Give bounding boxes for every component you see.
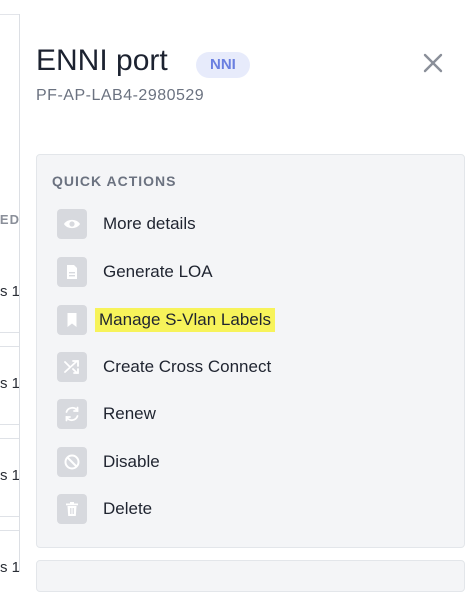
action-label: Delete [103,499,153,518]
action-label: Renew [103,404,156,423]
background-row-divider [0,438,20,439]
action-manage-s-vlan-labels[interactable]: Manage S-Vlan Labels [57,304,276,336]
background-row-speed: 1 Gbps [0,467,20,484]
background-row-divider [0,424,20,425]
action-disable[interactable]: Disable [57,446,164,478]
port-type-badge: NNI [196,52,250,78]
bookmark-icon [57,305,87,335]
action-more-details[interactable]: More details [57,208,200,240]
close-button[interactable] [420,50,446,76]
background-row-divider [0,530,20,531]
background-row-divider [0,516,20,517]
action-label: Generate LOA [103,262,213,281]
port-detail-panel: ENNI port NNI PF-AP-LAB4-2980529 QUICK A… [19,14,472,592]
trash-icon [57,494,87,524]
background-row-divider [0,332,20,333]
background-row-divider [0,346,20,347]
action-label: Create Cross Connect [103,357,272,376]
background-row-speed: 1 Gbps [0,559,20,576]
renew-icon [57,399,87,429]
action-renew[interactable]: Renew [57,398,160,430]
panel-title: ENNI port [36,44,168,77]
shuffle-icon [57,352,87,382]
quick-actions-card: QUICK ACTIONS More details Generate LOA [36,154,465,548]
action-create-cross-connect[interactable]: Create Cross Connect [57,351,275,383]
quick-actions-heading: QUICK ACTIONS [52,173,177,189]
document-icon [57,257,87,287]
action-label: Manage S-Vlan Labels [95,308,276,332]
eye-icon [57,209,87,239]
background-row-speed: 1 Gbps [0,283,20,300]
close-icon [423,53,443,73]
action-label: More details [103,214,196,233]
action-delete[interactable]: Delete [57,493,156,525]
action-label: Disable [103,452,160,471]
background-column-header: SPEED [0,212,20,227]
next-section-card [36,560,465,592]
disable-icon [57,447,87,477]
action-generate-loa[interactable]: Generate LOA [57,256,217,288]
background-row-speed: 1 Gbps [0,375,20,392]
port-id: PF-AP-LAB4-2980529 [36,87,205,104]
